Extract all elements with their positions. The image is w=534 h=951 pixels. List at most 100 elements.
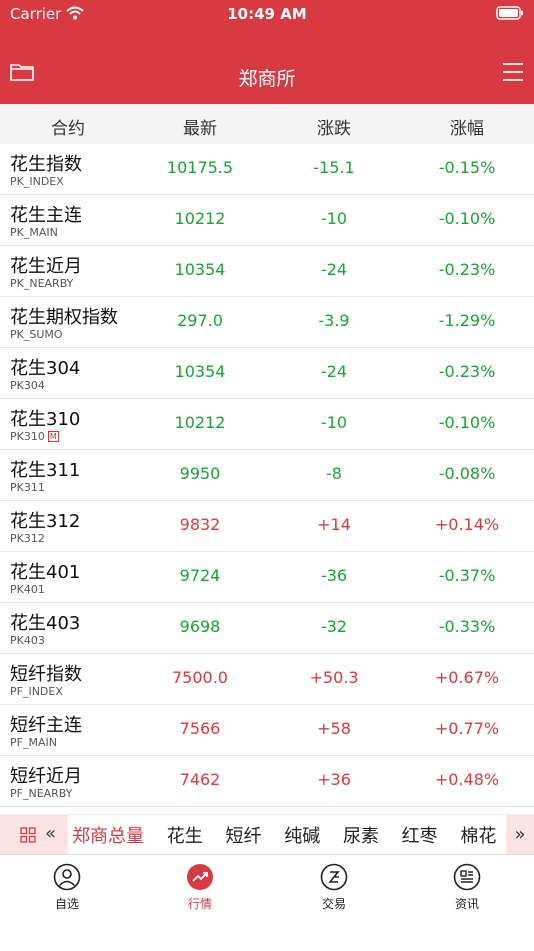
quote-row[interactable]: 短纤近月 PF_NEARBY 7462 +36 +0.48%: [0, 756, 534, 807]
bottom-tab-bar: 自选 行情 交易 资讯: [0, 854, 534, 951]
contract-name: 花生304: [10, 358, 81, 379]
category-tab-strip: « 郑商总量 花生 短纤 纯碱 尿素 红枣 棉花 »: [0, 814, 534, 855]
percent-change: -0.37%: [438, 566, 496, 585]
price-change: +50.3: [309, 668, 359, 687]
battery-icon: [496, 6, 524, 24]
latest-price: 9950: [179, 464, 221, 483]
price-change: +14: [317, 515, 351, 534]
percent-change: -0.23%: [438, 260, 496, 279]
price-change: -3.9: [318, 311, 350, 330]
price-change: -36: [320, 566, 348, 585]
latest-price: 297.0: [177, 311, 223, 330]
main-contract-badge: M: [47, 431, 59, 442]
category-tab[interactable]: 花生: [167, 822, 203, 848]
latest-price: 10354: [174, 260, 226, 279]
tab-watchlist[interactable]: 自选: [27, 863, 107, 912]
quote-row[interactable]: 短纤指数 PF_INDEX 7500.0 +50.3 +0.67%: [0, 654, 534, 705]
contract-code: PK403: [10, 634, 45, 647]
contract-code: PK_SUMO: [10, 328, 63, 341]
category-tab[interactable]: 红枣: [402, 822, 438, 848]
price-change: -15.1: [313, 158, 355, 177]
contract-code: PK_INDEX: [10, 175, 64, 188]
contract-name: 花生近月: [10, 256, 82, 277]
tab-label: 自选: [54, 897, 79, 911]
tab-label: 资讯: [454, 897, 479, 911]
category-tab[interactable]: 尿素: [343, 822, 379, 848]
trend-icon: [186, 863, 214, 891]
percent-change: +0.77%: [434, 719, 500, 738]
price-change: -10: [320, 413, 348, 432]
tab-label: 交易: [321, 897, 346, 911]
contract-name: 花生312: [10, 511, 81, 532]
column-change-pct[interactable]: 涨幅: [400, 114, 534, 139]
latest-price: 10354: [174, 362, 226, 381]
latest-price: 10212: [174, 209, 226, 228]
contract-code: PK312: [10, 532, 45, 545]
tab-label: 行情: [187, 897, 212, 911]
news-icon: [453, 863, 481, 891]
column-header: 合约 最新 涨跌 涨幅: [0, 104, 534, 145]
latest-price: 9832: [179, 515, 221, 534]
quote-row[interactable]: 花生主连 PK_MAIN 10212 -10 -0.10%: [0, 195, 534, 246]
category-tab[interactable]: 郑商总量: [72, 822, 144, 848]
quote-row[interactable]: 花生311 PK311 9950 -8 -0.08%: [0, 450, 534, 501]
tab-trade[interactable]: 交易: [294, 863, 374, 912]
percent-change: -0.15%: [438, 158, 496, 177]
percent-change: -0.33%: [438, 617, 496, 636]
tab-market[interactable]: 行情: [160, 863, 240, 912]
column-latest[interactable]: 最新: [132, 114, 268, 139]
price-change: -32: [320, 617, 348, 636]
category-tab[interactable]: 短纤: [225, 822, 261, 848]
category-tab[interactable]: 纯碱: [284, 822, 320, 848]
latest-price: 10175.5: [166, 158, 234, 177]
contract-code: PK304: [10, 379, 45, 392]
quote-row[interactable]: 花生401 PK401 9724 -36 -0.37%: [0, 552, 534, 603]
contract-name: 花生指数: [10, 154, 82, 175]
category-tab[interactable]: 棉花: [460, 822, 496, 848]
tab-news[interactable]: 资讯: [427, 863, 507, 912]
quote-row[interactable]: 花生近月 PK_NEARBY 10354 -24 -0.23%: [0, 246, 534, 297]
latest-price: 9698: [179, 617, 221, 636]
contract-name: 花生主连: [10, 205, 82, 226]
quote-row[interactable]: 花生304 PK304 10354 -24 -0.23%: [0, 348, 534, 399]
quote-row[interactable]: 短纤主连 PF_MAIN 7566 +58 +0.77%: [0, 705, 534, 756]
quote-list: 花生指数 PK_INDEX 10175.5 -15.1 -0.15% 花生主连 …: [0, 144, 534, 807]
quote-row[interactable]: 花生312 PK312 9832 +14 +0.14%: [0, 501, 534, 552]
percent-change: +0.14%: [434, 515, 500, 534]
latest-price: 7462: [179, 770, 221, 789]
percent-change: -0.10%: [438, 209, 496, 228]
percent-change: -1.29%: [438, 311, 496, 330]
contract-code: PF_NEARBY: [10, 787, 73, 800]
person-icon: [53, 863, 81, 891]
contract-name: 花生310: [10, 409, 81, 430]
scroll-right-button[interactable]: »: [506, 815, 534, 855]
exchange-icon: [320, 863, 348, 891]
quote-row[interactable]: 花生310 PK310 M 10212 -10 -0.10%: [0, 399, 534, 450]
percent-change: +0.48%: [434, 770, 500, 789]
price-change: -24: [320, 362, 348, 381]
menu-icon[interactable]: [502, 62, 524, 86]
contract-name: 短纤近月: [10, 766, 82, 787]
price-change: -10: [320, 209, 348, 228]
nav-bar: 郑商所: [0, 30, 534, 104]
contract-code: PK_MAIN: [10, 226, 58, 239]
quote-row[interactable]: 花生指数 PK_INDEX 10175.5 -15.1 -0.15%: [0, 144, 534, 195]
page-title: 郑商所: [238, 68, 296, 90]
latest-price: 7500.0: [172, 668, 228, 687]
grid-icon[interactable]: [20, 827, 36, 847]
category-tabs: 郑商总量 花生 短纤 纯碱 尿素 红枣 棉花: [72, 822, 513, 848]
column-contract[interactable]: 合约: [0, 114, 136, 139]
latest-price: 9724: [179, 566, 221, 585]
latest-price: 7566: [179, 719, 221, 738]
contract-name: 花生期权指数: [10, 307, 118, 328]
percent-change: -0.10%: [438, 413, 496, 432]
status-bar: Carrier 10:49 AM: [0, 0, 534, 30]
latest-price: 10212: [174, 413, 226, 432]
scroll-left-button[interactable]: «: [45, 823, 56, 844]
percent-change: -0.08%: [438, 464, 496, 483]
price-change: +36: [317, 770, 351, 789]
quote-row[interactable]: 花生期权指数 PK_SUMO 297.0 -3.9 -1.29%: [0, 297, 534, 348]
percent-change: +0.67%: [434, 668, 500, 687]
quote-row[interactable]: 花生403 PK403 9698 -32 -0.33%: [0, 603, 534, 654]
column-change[interactable]: 涨跌: [266, 114, 402, 139]
